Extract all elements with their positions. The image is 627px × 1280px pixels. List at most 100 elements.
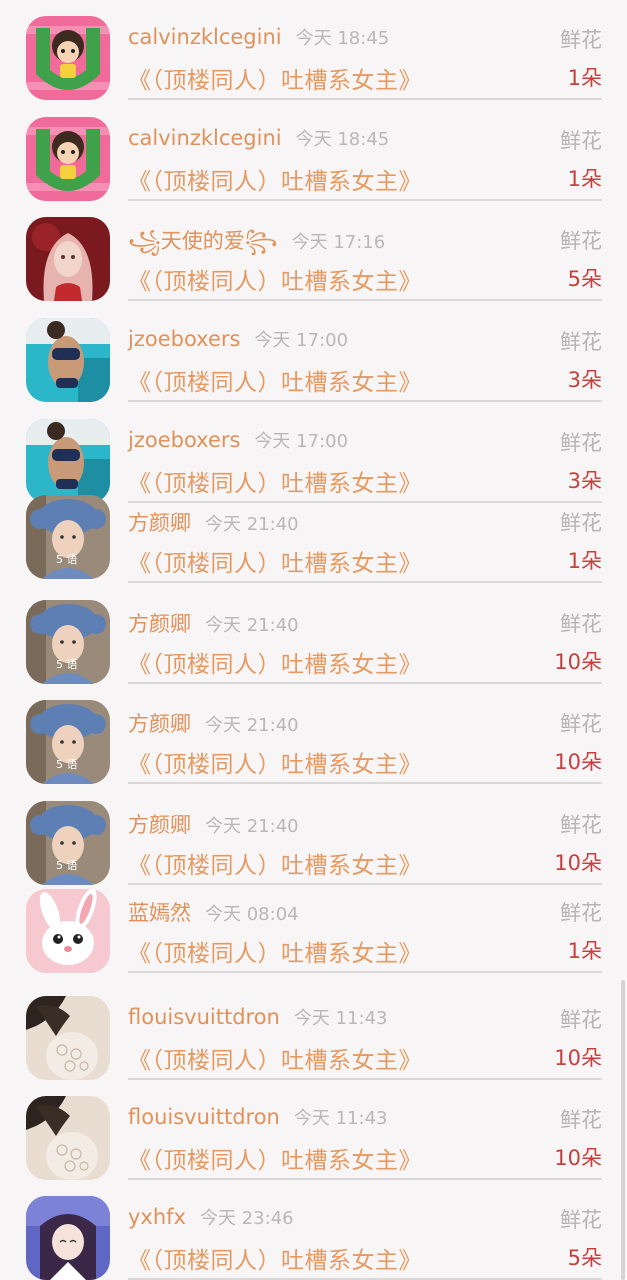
user-name-text[interactable]: yxhfx: [128, 1205, 186, 1229]
book-title-link[interactable]: 《（顶楼同人）吐槽系女主》: [128, 645, 422, 679]
book-title-link[interactable]: 《（顶楼同人）吐槽系女主》: [128, 1041, 422, 1075]
poolside-avatar[interactable]: [26, 419, 110, 503]
cartoon-girl-avatar[interactable]: [26, 16, 110, 100]
divider: [128, 400, 602, 402]
user-name-text[interactable]: jzoeboxers: [128, 327, 240, 351]
avatar-badge: 5 语: [56, 758, 78, 771]
lace-photo-avatar[interactable]: [26, 996, 110, 1080]
user-name-text[interactable]: calvinzklcegini: [128, 126, 282, 150]
cartoon-girl-avatar[interactable]: [26, 117, 110, 201]
gift-type: 鲜花: [560, 813, 602, 837]
item-meta: 方颜卿 今天 21:40 鲜花 《（顶楼同人）吐槽系女主》 10朵: [128, 698, 602, 784]
book-title-link[interactable]: 《（顶楼同人）吐槽系女主》: [128, 1141, 422, 1175]
blue-hat-boy-avatar[interactable]: 5 语: [26, 495, 110, 579]
list-item[interactable]: calvinzklcegini 今天 18:45 鲜花《（顶楼同人）吐槽系女主》 1朵: [0, 14, 627, 100]
list-item[interactable]: 5 语 方颜卿 今天 21:40 鲜花 《（顶楼同人）吐槽系女主》 1朵: [0, 495, 627, 583]
gift-count: 10朵: [554, 851, 602, 875]
divider: [128, 883, 602, 885]
list-item[interactable]: yxhfx 今天 23:46 鲜花《（顶楼同人）吐槽系女主》 5朵: [0, 1194, 627, 1280]
divider: [128, 971, 602, 973]
user-name[interactable]: flouisvuittdron 今天 11:43: [128, 1004, 387, 1030]
book-title-link[interactable]: 《（顶楼同人）吐槽系女主》: [128, 61, 422, 95]
gift-type: 鲜花: [560, 612, 602, 636]
user-name-text[interactable]: jzoeboxers: [128, 428, 240, 452]
divider: [128, 682, 602, 684]
anime-girl-avatar[interactable]: [26, 1196, 110, 1280]
gift-count: 3朵: [567, 368, 602, 392]
book-title-link[interactable]: 《（顶楼同人）吐槽系女主》: [128, 1241, 422, 1275]
gift-type: 鲜花: [560, 901, 602, 925]
list-item[interactable]: calvinzklcegini 今天 18:45 鲜花 《（顶楼同人）吐槽系女主》 1朵: [0, 115, 627, 201]
user-name[interactable]: yxhfx 今天 23:46: [128, 1204, 294, 1230]
book-title-link[interactable]: 《（顶楼同人）吐槽系女主》: [128, 934, 422, 968]
gift-count: 10朵: [554, 1146, 602, 1170]
gift-list: calvinzklcegini 今天 18:45 鲜花 《（顶楼同人）吐槽系女主》 1朵…: [0, 0, 627, 1280]
list-item[interactable]: jzoeboxers 今天 17:00 鲜花 《（顶楼同人）吐槽系女主》 3朵: [0, 417, 627, 503]
book-title-link[interactable]: 《（顶楼同人）吐槽系女主》: [128, 464, 422, 498]
user-name[interactable]: jzoeboxers 今天 17:00: [128, 427, 348, 453]
poolside-avatar[interactable]: [26, 318, 110, 402]
user-name-text[interactable]: flouisvuittdron: [128, 1105, 280, 1129]
user-name-text[interactable]: flouisvuittdron: [128, 1005, 280, 1029]
gift-count: 10朵: [554, 1046, 602, 1070]
user-name-text[interactable]: 方颜卿: [128, 511, 191, 535]
user-name[interactable]: calvinzklcegini 今天 18:45: [128, 125, 389, 151]
avatar-badge: 5 语: [56, 553, 78, 566]
list-item[interactable]: 蓝嫣然 今天 08:04 鲜花 《（顶楼同人）吐槽系女主》 1朵: [0, 887, 627, 973]
book-title-link[interactable]: 《（顶楼同人）吐槽系女主》: [128, 262, 422, 296]
user-name-text[interactable]: 方颜卿: [128, 612, 191, 636]
gift-type: 鲜花: [560, 1208, 602, 1232]
avatar-badge: 5 语: [56, 859, 78, 872]
timestamp: 今天 08:04: [205, 904, 299, 925]
list-item[interactable]: flouisvuittdron 今天 11:43 鲜花《（顶楼同人）吐槽系女主》 10…: [0, 1094, 627, 1180]
user-name-text[interactable]: ꧁天使的爱꧂: [128, 229, 278, 253]
avatar-badge: 5 语: [56, 658, 78, 671]
book-title-link[interactable]: 《（顶楼同人）吐槽系女主》: [128, 544, 422, 578]
list-item[interactable]: jzoeboxers 今天 17:00 鲜花《（顶楼同人）吐槽系女主》 3朵: [0, 316, 627, 402]
timestamp: 今天 18:45: [295, 28, 390, 49]
timestamp: 今天 21:40: [205, 816, 299, 837]
divider: [128, 299, 602, 301]
gift-type: 鲜花: [560, 229, 602, 253]
user-name[interactable]: 方颜卿 今天 21:40: [128, 809, 299, 839]
white-rabbit-avatar[interactable]: [26, 889, 110, 973]
blue-hat-boy-avatar[interactable]: 5 语: [26, 600, 110, 684]
lace-photo-avatar[interactable]: [26, 1096, 110, 1180]
gift-type: 鲜花: [560, 330, 602, 354]
user-name[interactable]: calvinzklcegini 今天 18:45: [128, 24, 389, 50]
list-item[interactable]: 5 语 方颜卿 今天 21:40 鲜花 《（顶楼同人）吐槽系女主》 10朵: [0, 698, 627, 784]
user-name[interactable]: 蓝嫣然 今天 08:04: [128, 897, 299, 927]
list-item[interactable]: 5 语 方颜卿 今天 21:40 鲜花《（顶楼同人）吐槽系女主》 10朵: [0, 799, 627, 885]
timestamp: 今天 23:46: [200, 1208, 294, 1229]
pink-hair-girl-avatar[interactable]: [26, 217, 110, 301]
user-name-text[interactable]: calvinzklcegini: [128, 25, 282, 49]
book-title-link[interactable]: 《（顶楼同人）吐槽系女主》: [128, 363, 422, 397]
blue-hat-boy-avatar[interactable]: 5 语: [26, 801, 110, 885]
user-name-text[interactable]: 方颜卿: [128, 712, 191, 736]
list-item[interactable]: 5 语 方颜卿 今天 21:40 鲜花 《（顶楼同人）吐槽系女主》 10朵: [0, 598, 627, 684]
gift-count: 5朵: [567, 267, 602, 291]
list-item[interactable]: flouisvuittdron 今天 11:43 鲜花《（顶楼同人）吐槽系女主》 10…: [0, 994, 627, 1080]
book-title-link[interactable]: 《（顶楼同人）吐槽系女主》: [128, 162, 422, 196]
gift-count: 1朵: [567, 66, 602, 90]
user-name[interactable]: 方颜卿 今天 21:40: [128, 507, 299, 537]
gift-type: 鲜花: [560, 1108, 602, 1132]
scrollbar[interactable]: [621, 980, 625, 1280]
user-name[interactable]: 方颜卿 今天 21:40: [128, 708, 299, 738]
divider: [128, 98, 602, 100]
list-item[interactable]: ꧁天使的爱꧂ 今天 17:16 鲜花 《（顶楼同人）吐槽系女主》 5朵: [0, 215, 627, 301]
user-name-text[interactable]: 蓝嫣然: [128, 901, 191, 925]
timestamp: 今天 17:00: [254, 431, 349, 452]
gift-type: 鲜花: [560, 511, 602, 535]
book-title-link[interactable]: 《（顶楼同人）吐槽系女主》: [128, 846, 422, 880]
timestamp: 今天 21:40: [205, 715, 299, 736]
blue-hat-boy-avatar[interactable]: 5 语: [26, 700, 110, 784]
user-name[interactable]: jzoeboxers 今天 17:00: [128, 326, 348, 352]
gift-type: 鲜花: [560, 1008, 602, 1032]
user-name-text[interactable]: 方颜卿: [128, 813, 191, 837]
gift-count: 5朵: [567, 1246, 602, 1270]
user-name[interactable]: flouisvuittdron 今天 11:43: [128, 1104, 387, 1130]
user-name[interactable]: 方颜卿 今天 21:40: [128, 608, 299, 638]
book-title-link[interactable]: 《（顶楼同人）吐槽系女主》: [128, 745, 422, 779]
gift-type: 鲜花: [560, 28, 602, 52]
